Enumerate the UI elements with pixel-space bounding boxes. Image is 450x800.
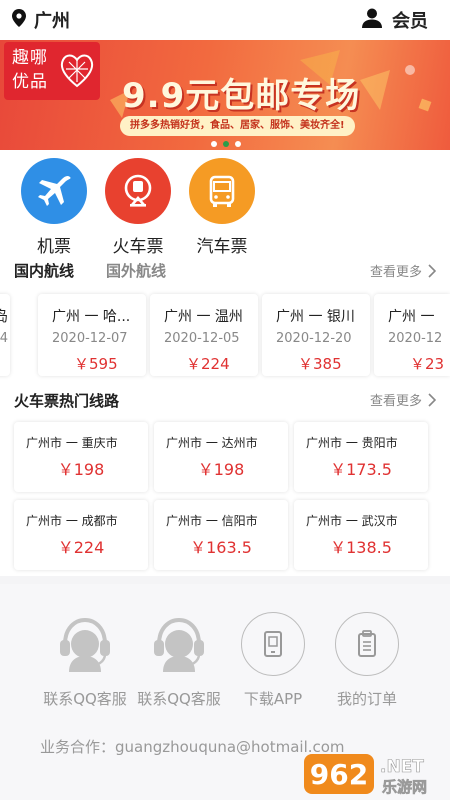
footer: 联系QQ客服 联系QQ客服 下载APP 我的订单 业务合作：guangzhouq… (0, 584, 450, 800)
clipboard-icon (335, 612, 399, 676)
tab-domestic[interactable]: 国内航线 (14, 260, 74, 281)
watermark-suffix: .NET (380, 757, 424, 777)
app-screen: 广州 会员 趣哪优品 9.9元包邮专场 拼多多热销好货，食品、居家、服饰、美妆齐… (0, 0, 450, 800)
train-route-card[interactable]: 广州市 一 信阳市 ￥163.5 (154, 500, 288, 570)
train-route-card[interactable]: 广州市 一 达州市 ￥198 (154, 422, 288, 492)
train-more-link[interactable]: 查看更多 (370, 390, 436, 409)
airplane-icon (21, 158, 87, 224)
phone-icon (241, 612, 305, 676)
flight-date: 2020-12-20 (276, 331, 352, 346)
flight-date: 2020-12-05 (164, 331, 240, 346)
flight-card[interactable]: 岛 4 (0, 294, 10, 376)
footer-item-label: 我的订单 (336, 690, 397, 708)
my-orders-button[interactable]: 我的订单 (320, 612, 414, 712)
member-button[interactable]: 会员 (362, 7, 428, 33)
category-row: 机票 火车票 汽车票 (0, 150, 450, 257)
train-route: 广州市 一 成都市 (26, 514, 118, 528)
train-section-title: 火车票热门线路 (14, 392, 120, 410)
footer-item-label: 联系QQ客服 (137, 690, 221, 708)
user-icon (362, 8, 382, 32)
banner-subtitle: 拼多多热销好货，食品、居家、服饰、美妆齐全! (120, 116, 355, 136)
category-flight[interactable]: 机票 (14, 158, 94, 257)
flight-price: ￥595 (74, 355, 118, 373)
flight-price: ￥224 (186, 355, 230, 373)
customer-service-icon (53, 612, 117, 676)
brand-logo: 趣哪优品 (4, 42, 100, 100)
category-bus[interactable]: 汽车票 (182, 158, 262, 257)
train-route: 广州市 一 重庆市 (26, 436, 118, 450)
flight-price: ￥385 (298, 355, 342, 373)
flight-route: 广州 一 (388, 309, 435, 325)
qq-service-button[interactable]: 联系QQ客服 (38, 612, 132, 712)
footer-item-label: 下载APP (243, 690, 303, 708)
location-pin-icon (12, 9, 26, 31)
flight-section: 国内航线 国外航线 查看更多 岛 4 广州 一 哈... 2020-12-07 … (0, 254, 450, 380)
chevron-right-icon (428, 263, 436, 278)
train-route-card[interactable]: 广州市 一 贵阳市 ￥173.5 (294, 422, 428, 492)
watermark-logo-icon: 962 .NET 乐游网 (304, 754, 427, 796)
category-train[interactable]: 火车票 (98, 158, 178, 257)
top-bar: 广州 会员 (0, 0, 450, 40)
download-app-button[interactable]: 下载APP (226, 612, 320, 712)
chevron-right-icon (428, 392, 436, 407)
train-price: ￥198 (57, 460, 105, 479)
watermark-number: 962 (310, 758, 368, 791)
business-contact: 业务合作：guangzhouquna@hotmail.com (40, 738, 345, 756)
train-route-card[interactable]: 广州市 一 武汉市 ￥138.5 (294, 500, 428, 570)
train-price: ￥163.5 (190, 538, 252, 557)
heart-gift-icon (60, 54, 94, 88)
train-route: 广州市 一 达州市 (166, 436, 258, 450)
train-route-card[interactable]: 广州市 一 重庆市 ￥198 (14, 422, 148, 492)
train-price: ￥198 (197, 460, 245, 479)
site-watermark: 962 .NET 乐游网 (304, 752, 444, 796)
brand-logo-text: 趣哪优品 (12, 48, 48, 92)
promo-banner[interactable]: 趣哪优品 9.9元包邮专场 拼多多热销好货，食品、居家、服饰、美妆齐全! (0, 40, 450, 150)
flight-route: 岛 (0, 309, 8, 325)
flight-date: 2020-12 (388, 331, 443, 346)
train-section: 火车票热门线路 查看更多 广州市 一 重庆市 ￥198 广州市 一 达州市 ￥1… (0, 380, 450, 576)
flight-date: 2020-12-07 (52, 331, 128, 346)
flight-tabs: 国内航线 国外航线 查看更多 (0, 254, 450, 288)
train-icon (105, 158, 171, 224)
train-route: 广州市 一 贵阳市 (306, 436, 398, 450)
more-label: 查看更多 (369, 394, 422, 409)
train-route: 广州市 一 武汉市 (306, 514, 398, 528)
flight-route: 广州 一 温州 (164, 309, 243, 325)
flight-route: 广州 一 哈... (52, 309, 131, 325)
bus-icon (189, 158, 255, 224)
train-price: ￥173.5 (330, 460, 392, 479)
tab-international[interactable]: 国外航线 (106, 260, 166, 281)
flight-card[interactable]: 广州 一 2020-12 ￥23 (374, 294, 450, 376)
footer-item-label: 联系QQ客服 (43, 690, 127, 708)
more-label: 查看更多 (369, 265, 422, 280)
location-selector[interactable]: 广州 (12, 7, 70, 33)
train-price: ￥224 (57, 538, 105, 557)
member-label: 会员 (392, 11, 428, 32)
train-route-card[interactable]: 广州市 一 成都市 ￥224 (14, 500, 148, 570)
train-route: 广州市 一 信阳市 (166, 514, 258, 528)
flight-date: 4 (0, 331, 8, 346)
flight-card[interactable]: 广州 一 温州 2020-12-05 ￥224 (150, 294, 258, 376)
flight-more-link[interactable]: 查看更多 (370, 261, 436, 280)
watermark-site: 乐游网 (382, 778, 427, 796)
flight-route: 广州 一 银川 (276, 309, 355, 325)
flight-price: ￥23 (410, 355, 445, 373)
location-label: 广州 (34, 11, 70, 32)
flight-card[interactable]: 广州 一 哈... 2020-12-07 ￥595 (38, 294, 146, 376)
customer-service-icon (147, 612, 211, 676)
qq-service-button[interactable]: 联系QQ客服 (132, 612, 226, 712)
flight-card[interactable]: 广州 一 银川 2020-12-20 ￥385 (262, 294, 370, 376)
banner-title: 9.9元包邮专场 (122, 76, 361, 116)
train-price: ￥138.5 (330, 538, 392, 557)
